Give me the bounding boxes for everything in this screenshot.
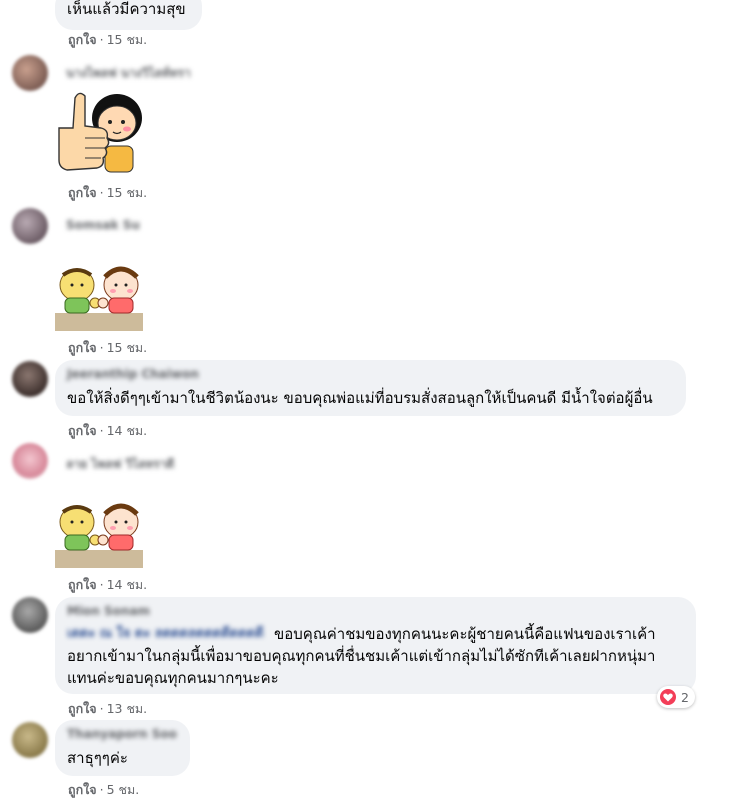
- comment-time[interactable]: 14 ชม.: [107, 577, 148, 592]
- comment-meta: ถูกใจ · 14 ชม.: [68, 421, 147, 441]
- like-link[interactable]: ถูกใจ: [68, 340, 97, 355]
- avatar[interactable]: [12, 208, 48, 244]
- comment-bubble: Mion Sonam เดดะ ณ ใจ ดะ ลดดดลดดดดีดดดดี …: [55, 597, 696, 694]
- comment-time[interactable]: 15 ชม.: [107, 32, 148, 47]
- sticker-friends: [55, 500, 143, 568]
- comment-text-line: แทนค่ะขอบคุณทุกคนมากๆนะคะ: [67, 669, 279, 687]
- comment-time[interactable]: 14 ชม.: [107, 423, 148, 438]
- meta-separator: ·: [99, 32, 104, 47]
- comment-text-line: อยากเข้ามาในกลุ่มนี้เพื่อมาขอบคุณทุกคนที…: [67, 647, 656, 665]
- mentioned-user[interactable]: เดดะ ณ ใจ ดะ ลดดดลดดดดีดดดดี: [67, 623, 264, 645]
- comment-meta: ถูกใจ · 15 ชม.: [68, 338, 147, 358]
- comment-author[interactable]: Jeeranthip Chaiwon: [67, 367, 199, 381]
- comment-meta: ถูกใจ · 13 ชม.: [68, 699, 147, 719]
- like-link[interactable]: ถูกใจ: [68, 782, 97, 797]
- comment-text: เห็นแล้วมีความสุข: [67, 0, 186, 18]
- love-reaction-icon: [660, 689, 676, 705]
- comment-text: ขอให้สิ่งดีๆๆเข้ามาในชีวิตน้องนะ ขอบคุณพ…: [67, 389, 653, 407]
- like-link[interactable]: ถูกใจ: [68, 32, 97, 47]
- comment-time[interactable]: 15 ชม.: [107, 340, 148, 355]
- comment-author[interactable]: Somsak Su: [66, 218, 140, 232]
- avatar[interactable]: [12, 722, 48, 758]
- comment-text-line: ขอบคุณค่าชมของทุกคนนะคะผู้ชายคนนี้คือแฟน…: [274, 625, 656, 643]
- avatar[interactable]: [12, 361, 48, 397]
- meta-separator: ·: [99, 782, 104, 797]
- comment-time[interactable]: 13 ชม.: [107, 701, 148, 716]
- comment-time[interactable]: 15 ชม.: [107, 185, 148, 200]
- avatar[interactable]: [12, 597, 48, 633]
- meta-separator: ·: [99, 423, 104, 438]
- avatar[interactable]: [12, 55, 48, 91]
- comment-meta: ถูกใจ · 14 ชม.: [68, 575, 147, 595]
- comment-text: สาธุๆๆค่ะ: [67, 749, 128, 767]
- comment-author[interactable]: Thanyaporn Soo: [67, 727, 177, 741]
- comment-meta: ถูกใจ · 5 ชม.: [68, 780, 139, 800]
- reaction-summary[interactable]: 2: [657, 686, 695, 708]
- like-link[interactable]: ถูกใจ: [68, 423, 97, 438]
- meta-separator: ·: [99, 185, 104, 200]
- comment-meta: ถูกใจ · 15 ชม.: [68, 183, 147, 203]
- meta-separator: ·: [99, 701, 104, 716]
- reaction-count: 2: [681, 689, 689, 705]
- avatar[interactable]: [12, 443, 48, 479]
- comment-author[interactable]: ลาย ไพลฟ วิไลทราดี: [66, 455, 174, 474]
- comment-author[interactable]: นางไพลฟ นางวิไลท์ทรา: [66, 64, 191, 83]
- like-link[interactable]: ถูกใจ: [68, 701, 97, 716]
- like-link[interactable]: ถูกใจ: [68, 577, 97, 592]
- like-link[interactable]: ถูกใจ: [68, 185, 97, 200]
- meta-separator: ·: [99, 340, 104, 355]
- comment-author[interactable]: Mion Sonam: [67, 604, 150, 618]
- meta-separator: ·: [99, 577, 104, 592]
- comment-meta: ถูกใจ · 15 ชม.: [68, 30, 147, 50]
- comment-bubble: Jeeranthip Chaiwon ขอให้สิ่งดีๆๆเข้ามาใน…: [55, 360, 686, 416]
- sticker-friends: [55, 263, 143, 331]
- comment-bubble: Thanyaporn Soo สาธุๆๆค่ะ: [55, 720, 190, 776]
- comment-time[interactable]: 5 ชม.: [107, 782, 140, 797]
- sticker-thumbs-up: [55, 88, 145, 178]
- comment-bubble: เห็นแล้วมีความสุข: [55, 0, 202, 30]
